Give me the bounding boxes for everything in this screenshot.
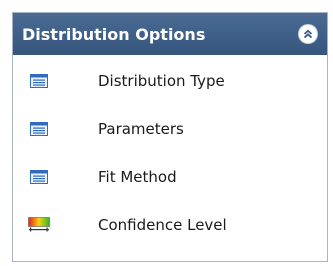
distribution-options-panel: Distribution Options Distribution Type P… [12,12,328,262]
form-icon [26,70,52,92]
option-label[interactable]: Parameters [98,118,184,140]
form-icon [26,166,52,188]
option-distribution-type[interactable]: Distribution Type [13,70,327,118]
option-confidence-level[interactable]: Confidence Level [13,214,327,262]
panel-title: Distribution Options [22,24,206,44]
double-chevron-up-icon[interactable] [299,25,317,43]
color-gradient-scale-icon [26,214,52,236]
option-parameters[interactable]: Parameters [13,118,327,166]
options-list: Distribution Type Parameters Fit Method … [13,55,327,262]
option-label[interactable]: Confidence Level [98,214,227,236]
option-fit-method[interactable]: Fit Method [13,166,327,214]
option-label[interactable]: Fit Method [98,166,177,188]
form-icon [26,118,52,140]
panel-header: Distribution Options [13,13,327,55]
option-label[interactable]: Distribution Type [98,70,225,92]
